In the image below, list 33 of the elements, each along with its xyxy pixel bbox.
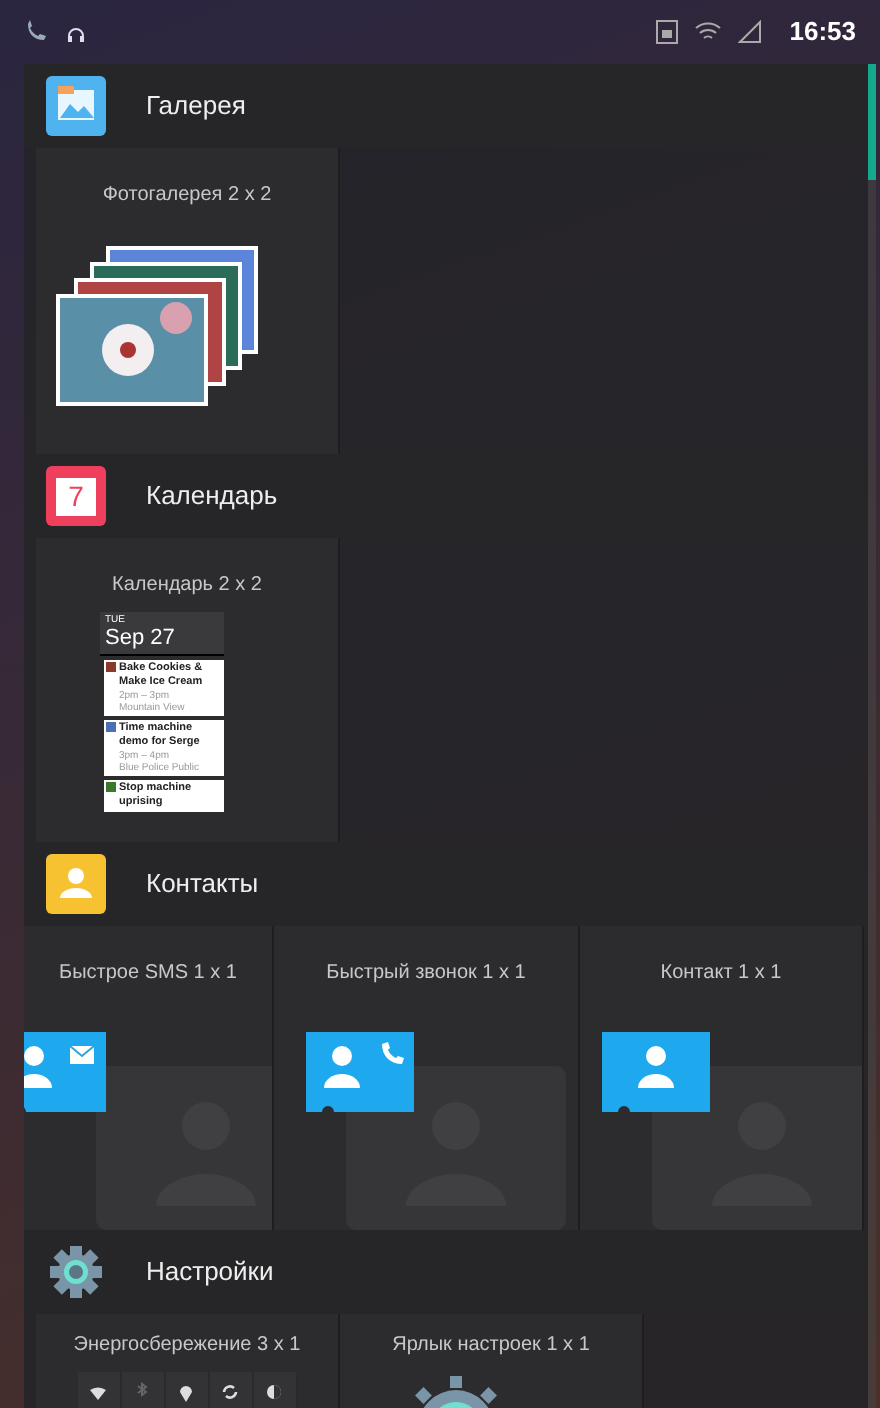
clock: 16:53 — [789, 14, 856, 51]
location-pin-icon — [174, 1380, 198, 1404]
widget-label: Фотогалерея 2 x 2 — [102, 182, 272, 210]
wifi-icon — [693, 20, 722, 44]
calendar-icon: 7 — [46, 466, 106, 526]
widget-label: Ярлык настроек 1 x 1 — [392, 1332, 590, 1360]
settings-icon — [46, 1242, 106, 1302]
gallery-icon — [46, 76, 106, 136]
sync-icon — [218, 1380, 242, 1404]
signal-icon — [737, 20, 762, 44]
widget-preview[interactable]: Быстрое SMS 1 x 1 — [24, 926, 274, 1230]
widget-label: Быстрый звонок 1 x 1 — [326, 960, 526, 988]
message-contact-icon — [24, 1032, 106, 1112]
widget-label: Быстрое SMS 1 x 1 — [59, 960, 237, 988]
widget-label: Контакт 1 x 1 — [660, 960, 782, 988]
brightness-icon — [262, 1380, 286, 1404]
widget-preview[interactable]: Контакт 1 x 1 — [580, 926, 864, 1230]
person-icon — [46, 854, 106, 914]
widget-label: Энергосбережение 3 x 1 — [73, 1332, 301, 1360]
section-title: Настройки — [146, 1254, 274, 1291]
widget-preview[interactable]: Ярлык настроек 1 x 1 — [340, 1314, 644, 1408]
section-title: Календарь — [146, 478, 278, 515]
widget-preview[interactable]: Фотогалерея 2 x 2 — [36, 148, 340, 454]
date: Sep 27 — [105, 626, 177, 650]
widget-preview[interactable]: Энергосбережение 3 x 1 — [36, 1314, 340, 1408]
widget-preview[interactable]: Быстрый звонок 1 x 1 — [274, 926, 580, 1230]
widget-label: Календарь 2 x 2 — [112, 572, 262, 600]
section-title: Контакты — [146, 866, 259, 903]
contact-icon — [601, 1032, 709, 1112]
sim-card-icon — [655, 20, 678, 44]
call-contact-icon — [306, 1032, 414, 1112]
phone-icon — [24, 20, 48, 44]
section-title: Галерея — [146, 88, 246, 125]
